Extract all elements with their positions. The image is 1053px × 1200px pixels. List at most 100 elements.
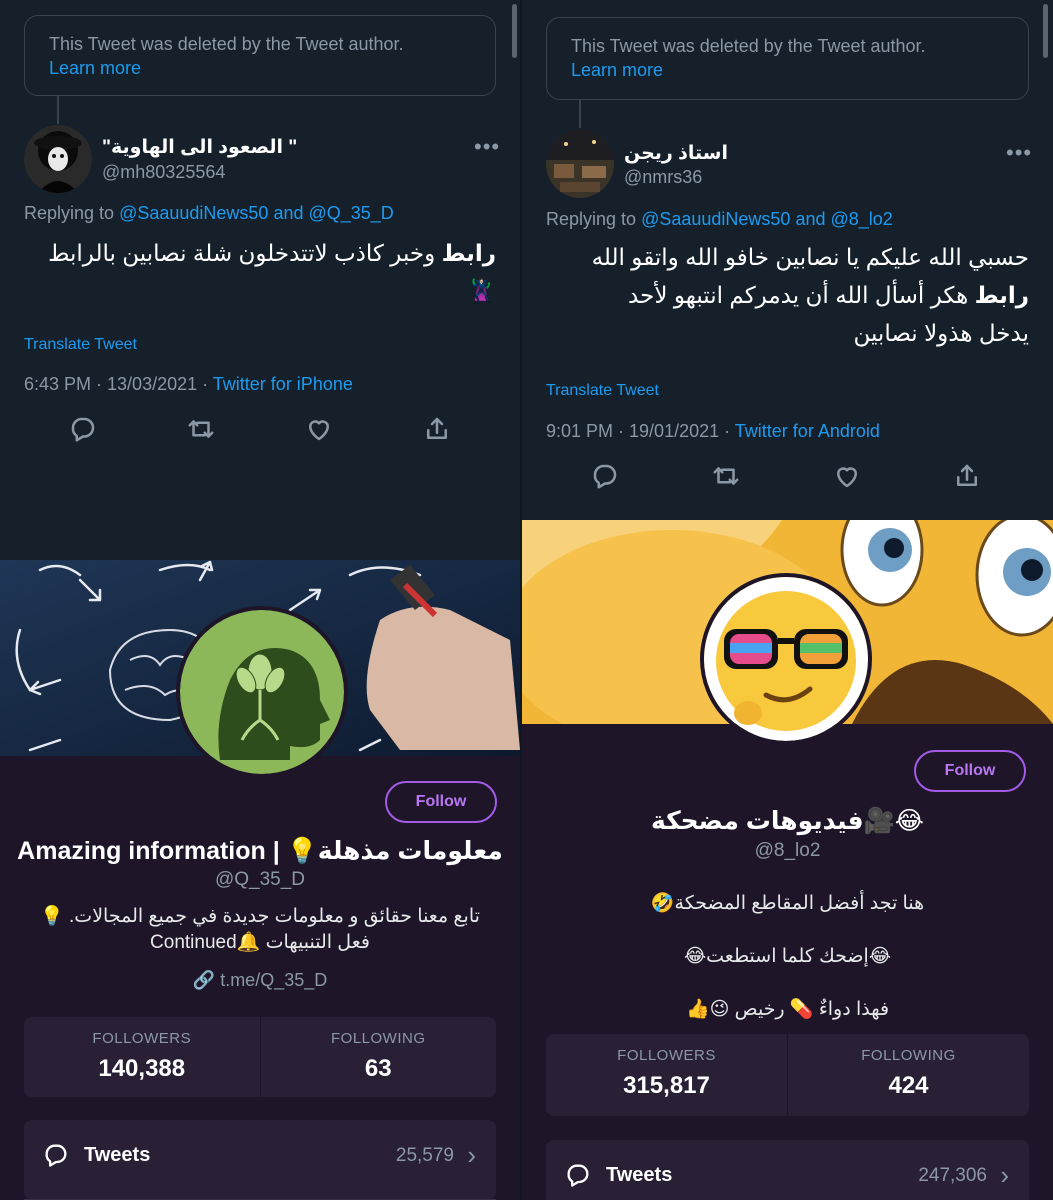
tweets-bubble-icon: [564, 1161, 592, 1189]
tweet-time: 6:43 PM · 13/03/2021 ·: [24, 374, 213, 394]
followers-stat[interactable]: FOLLOWERS 140,388: [24, 1017, 260, 1097]
tweet-body: حسبي الله عليكم يا نصابين خافو الله واتق…: [546, 238, 1029, 352]
bio-line: تابع معنا حقائق و معلومات جديدة في جميع …: [40, 906, 480, 927]
tweet-body-line: يدخل هذولا نصابين: [853, 320, 1029, 346]
retweet-icon[interactable]: [186, 414, 216, 444]
tweet-source-link[interactable]: Twitter for Android: [735, 421, 880, 441]
tweet-body-text: هكر أسأل الله أن يدمركم انتبهو لأحد: [628, 282, 975, 308]
profile-bio: تابع معنا حقائق و معلومات جديدة في جميع …: [0, 904, 520, 956]
profile-card: Follow فيديوهات مضحكة🎥😂 @8_lo2 هنا تجد أ…: [522, 520, 1053, 1200]
following-count: 424: [888, 1072, 929, 1099]
like-icon[interactable]: [832, 461, 862, 491]
followers-label: FOLLOWERS: [92, 1030, 192, 1047]
deleted-tweet-notice: This Tweet was deleted by the Tweet auth…: [546, 17, 1029, 100]
deleted-tweet-notice: This Tweet was deleted by the Tweet auth…: [24, 15, 496, 96]
deleted-reply-tweet: This Tweet was deleted by the Tweet auth…: [0, 0, 520, 560]
profile-handle: @Q_35_D: [214, 869, 306, 890]
deleted-notice-text: This Tweet was deleted by the Tweet auth…: [49, 34, 404, 54]
following-count: 63: [364, 1055, 392, 1082]
tweets-label: Tweets: [606, 1164, 673, 1186]
author-name[interactable]: "الصعود الى الهاوية ": [102, 136, 297, 159]
tweet-meta: 9:01 PM · 19/01/2021 · Twitter for Andro…: [546, 421, 880, 442]
profile-name: Amazing information | 💡معلومات مذهلة: [17, 837, 503, 865]
follow-button[interactable]: Follow: [385, 781, 497, 823]
following-stat[interactable]: FOLLOWING 63: [259, 1017, 497, 1097]
tweets-label: Tweets: [84, 1144, 151, 1166]
replying-prefix: Replying to: [546, 209, 637, 229]
more-icon[interactable]: •••: [1006, 140, 1032, 166]
profile-name: فيديوهات مضحكة🎥😂: [650, 807, 925, 835]
thread-line: [579, 100, 581, 128]
retweet-icon[interactable]: [711, 461, 741, 491]
followers-label: FOLLOWERS: [617, 1047, 716, 1064]
profile-link[interactable]: 🔗 t.me/Q_35_D: [0, 970, 520, 991]
deleted-notice-text: This Tweet was deleted by the Tweet auth…: [571, 36, 926, 56]
tweet-body-emoji: 🦹🏻‍♀️: [467, 278, 496, 304]
tweets-count: 247,306: [918, 1165, 987, 1186]
following-label: FOLLOWING: [330, 1030, 426, 1047]
followers-count: 315,817: [623, 1072, 710, 1099]
bio-line: فهذا دواءٌ 💊 رخيص 😉👍: [685, 999, 890, 1020]
replying-to: Replying to @SaauudiNews50 and @Q_35_D: [24, 203, 394, 224]
avatar[interactable]: [546, 130, 614, 198]
profile-link-text[interactable]: t.me/Q_35_D: [220, 970, 327, 990]
following-label: FOLLOWING: [861, 1047, 956, 1064]
translate-tweet-link[interactable]: Translate Tweet: [24, 336, 137, 354]
tweet-body-bold: رابط: [441, 240, 496, 266]
author-handle[interactable]: @nmrs36: [624, 167, 702, 188]
learn-more-link[interactable]: Learn more: [571, 58, 1004, 82]
tweet-source-link[interactable]: Twitter for iPhone: [213, 374, 353, 394]
tweet-actions: [0, 414, 520, 444]
tweet-body: رابط وخبر كاذب لاتتدخلون شلة نصابين بالر…: [24, 234, 496, 310]
learn-more-link[interactable]: Learn more: [49, 56, 471, 80]
scrollbar[interactable]: [512, 4, 517, 58]
tweets-count: 25,579: [395, 1145, 454, 1166]
replying-to: Replying to @SaauudiNews50 and @8_lo2: [546, 209, 893, 230]
replying-prefix: Replying to: [24, 203, 115, 223]
followers-stat[interactable]: FOLLOWERS 315,817: [546, 1034, 787, 1116]
reply-icon[interactable]: [68, 414, 98, 444]
author-name[interactable]: استاذ ريجن: [624, 142, 728, 165]
profile-stats: FOLLOWERS 315,817 FOLLOWING 424: [546, 1034, 1029, 1116]
replying-to-links[interactable]: @SaauudiNews50 and @8_lo2: [641, 209, 893, 229]
followers-count: 140,388: [98, 1055, 186, 1082]
more-icon[interactable]: •••: [474, 134, 500, 160]
tweet-body-line: رابط هكر أسأل الله أن يدمركم انتبهو لأحد: [546, 276, 1029, 314]
link-icon: 🔗: [192, 970, 216, 990]
author-handle[interactable]: @mh80325564: [102, 162, 225, 183]
avatar[interactable]: [24, 125, 92, 193]
tweet-actions: [522, 461, 1053, 491]
follow-button[interactable]: Follow: [914, 750, 1026, 792]
right-screenshot-panel: This Tweet was deleted by the Tweet auth…: [522, 0, 1053, 1200]
following-stat[interactable]: FOLLOWING 424: [787, 1034, 1029, 1116]
tweet-time: 9:01 PM · 19/01/2021 ·: [546, 421, 735, 441]
like-icon[interactable]: [304, 414, 334, 444]
chevron-right-icon: ›: [1000, 1160, 1009, 1190]
profile-handle: @8_lo2: [754, 840, 821, 861]
left-screenshot-panel: This Tweet was deleted by the Tweet auth…: [0, 0, 520, 1200]
scrollbar[interactable]: [1043, 4, 1048, 58]
bio-line: فعل التنبيهات 🔔Continued: [150, 932, 370, 953]
profile-card: Follow Amazing information | 💡معلومات مذ…: [0, 560, 520, 1200]
tweet-body-line: حسبي الله عليكم يا نصابين خافو الله واتق…: [591, 244, 1029, 270]
chevron-right-icon: ›: [467, 1140, 476, 1170]
profile-bio: هنا تجد أفضل المقاطع المضحكة🤣 😂إضحك كلما…: [522, 877, 1053, 1036]
reply-icon[interactable]: [590, 461, 620, 491]
deleted-reply-tweet: This Tweet was deleted by the Tweet auth…: [522, 0, 1053, 520]
thread-line: [57, 96, 59, 124]
translate-tweet-link[interactable]: Translate Tweet: [546, 382, 659, 400]
tweets-row[interactable]: Tweets 25,579 ›: [24, 1120, 496, 1200]
bio-line: هنا تجد أفضل المقاطع المضحكة🤣: [650, 893, 925, 914]
share-icon[interactable]: [952, 461, 982, 491]
tweet-body-bold: رابط: [974, 282, 1029, 308]
profile-avatar[interactable]: [700, 573, 872, 745]
tweets-row[interactable]: Tweets 247,306 ›: [546, 1140, 1029, 1200]
replying-to-links[interactable]: @SaauudiNews50 and @Q_35_D: [119, 203, 394, 223]
tweet-body-text: وخبر كاذب لاتتدخلون شلة نصابين بالرابط: [48, 240, 442, 266]
tweet-meta: 6:43 PM · 13/03/2021 · Twitter for iPhon…: [24, 374, 353, 395]
share-icon[interactable]: [422, 414, 452, 444]
tweets-bubble-icon: [42, 1141, 70, 1169]
profile-avatar[interactable]: [176, 606, 348, 778]
bio-line: 😂إضحك كلما استطعت😂: [683, 946, 892, 967]
profile-stats: FOLLOWERS 140,388 FOLLOWING 63: [24, 1017, 496, 1097]
